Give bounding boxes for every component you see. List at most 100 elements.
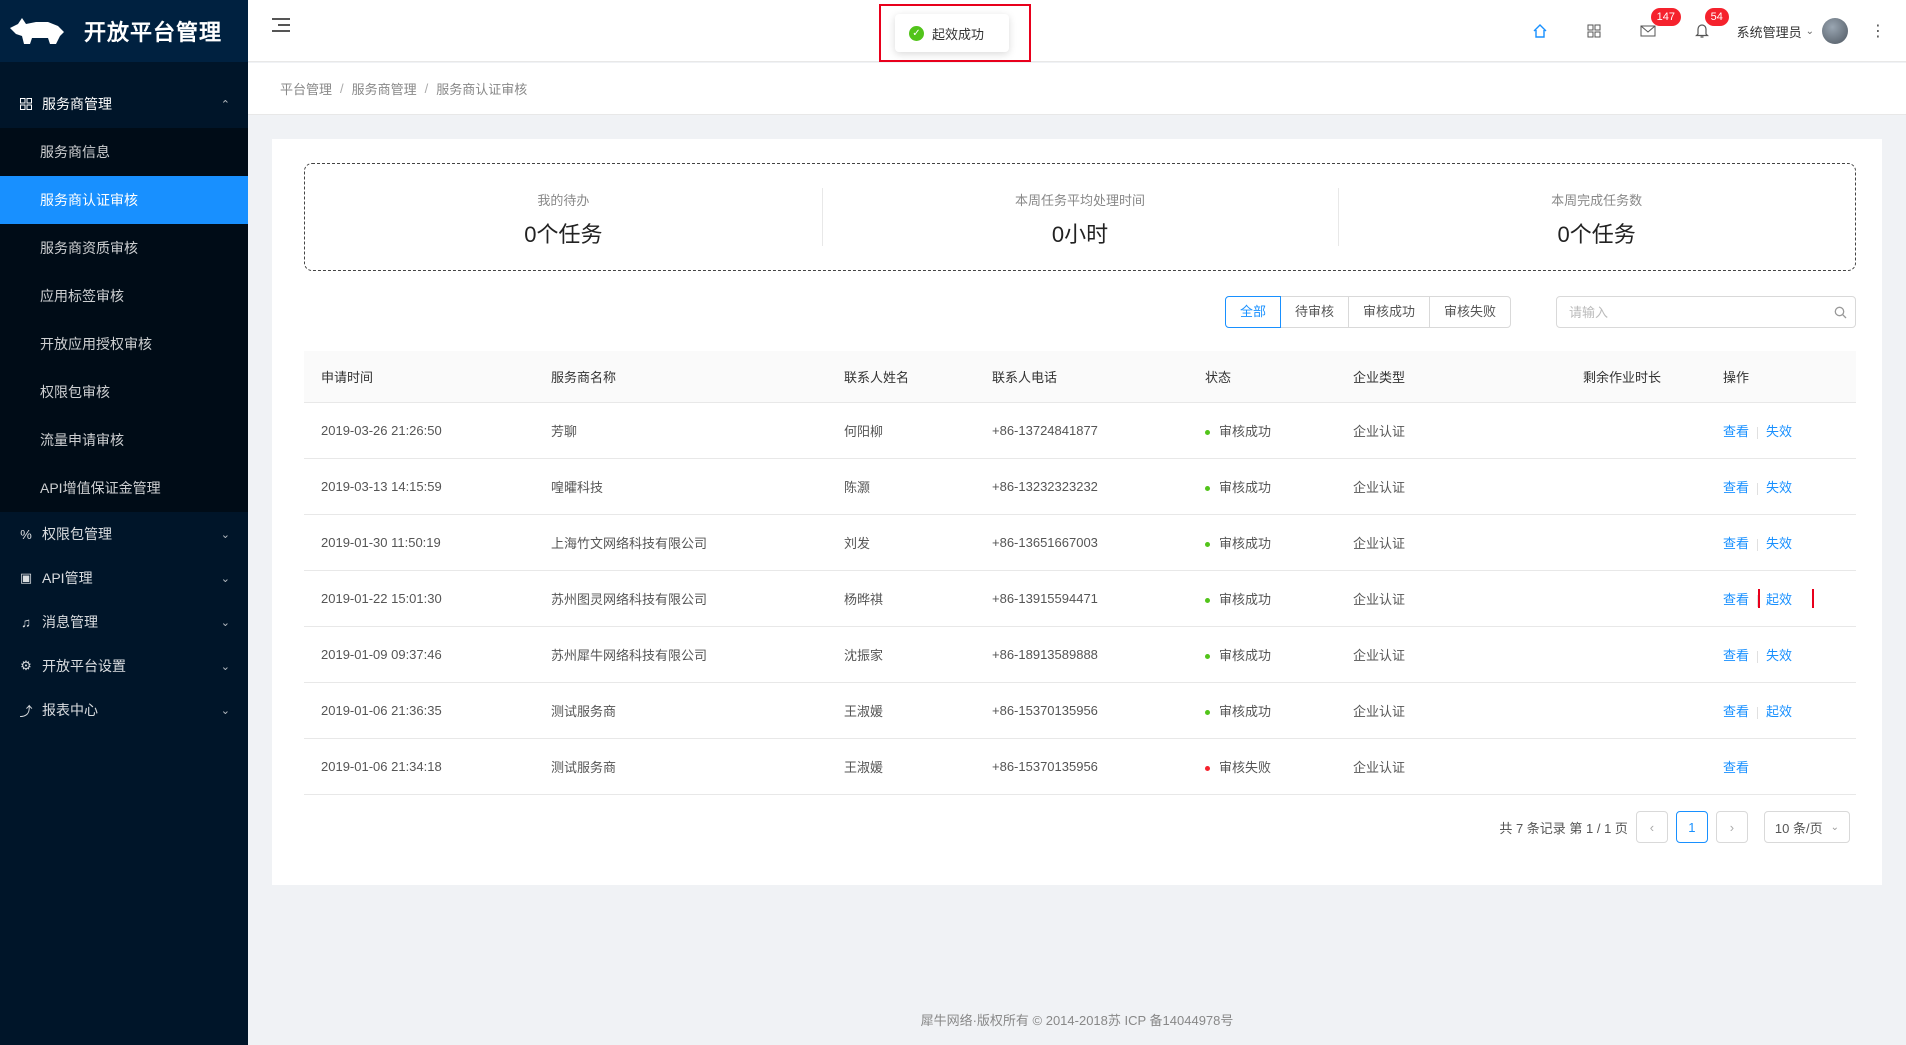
avatar[interactable] [1822, 18, 1848, 44]
sidebar-item-api-deposit[interactable]: API增值保证金管理 [0, 464, 248, 512]
search-icon[interactable] [1825, 306, 1855, 319]
table-row: 2019-01-22 15:01:30 苏州图灵网络科技有限公司 杨晔祺 +86-13… [304, 571, 1856, 627]
page-size-select[interactable]: 10 条/页 ⌄ [1763, 811, 1850, 843]
cell-contact-phone: +86-13651667003 [992, 535, 1098, 550]
bell-icon: ♫ [21, 614, 31, 630]
cell-contact-name: 王淑媛 [844, 704, 884, 719]
toggle-effect-link[interactable]: 起效 [1766, 704, 1792, 719]
more-vertical-icon[interactable]: ⋮ [1870, 21, 1886, 41]
logo: 开放平台管理 [0, 0, 248, 62]
menu-group-label: API管理 [42, 570, 93, 586]
menu-group-messages[interactable]: ♫ 消息管理 ⌄ [0, 600, 248, 644]
sidebar: 开放平台管理 服务商管理 ⌃ 服务商信息 服务商认证审核 服务商资质审核 应用标… [0, 0, 248, 1045]
page-number-button[interactable]: 1 [1675, 811, 1708, 843]
menu-group-api[interactable]: ▣ API管理 ⌄ [0, 556, 248, 600]
next-page-button[interactable]: › [1715, 811, 1748, 843]
menu-group-reports[interactable]: ⤴ 报表中心 ⌄ [0, 688, 248, 732]
sidebar-item-app-tag-review[interactable]: 应用标签审核 [0, 272, 248, 320]
breadcrumb-item[interactable]: 平台管理 [280, 79, 332, 98]
chevron-down-icon: ⌄ [220, 528, 230, 541]
mail-icon[interactable]: 147 [1621, 0, 1681, 62]
cell-time: 2019-01-22 15:01:30 [321, 591, 442, 606]
status-text: 审核成功 [1219, 648, 1272, 663]
user-menu[interactable]: 系统管理员 ⌄ [1737, 18, 1848, 44]
chevron-down-icon: ⌄ [220, 572, 230, 585]
column-header: 联系人电话 [992, 370, 1058, 385]
filter-tab-all[interactable]: 全部 [1225, 296, 1282, 328]
status-text: 审核成功 [1219, 704, 1272, 719]
cell-contact-phone: +86-13915594471 [992, 591, 1098, 606]
view-link[interactable]: 查看 [1723, 648, 1749, 663]
status-dot [1205, 710, 1210, 716]
breadcrumb-item[interactable]: 服务商管理 [352, 79, 417, 98]
stat-value: 0小时 [1051, 222, 1109, 247]
header-actions: 147 54 系统管理员 ⌄ ⋮ [1513, 0, 1886, 62]
menu-group-service-provider[interactable]: 服务商管理 ⌃ [0, 80, 248, 128]
api-icon: ▣ [19, 570, 33, 585]
sidebar-item-provider-qualification-review[interactable]: 服务商资质审核 [0, 224, 248, 272]
menu-group-label: 服务商管理 [42, 96, 112, 112]
table-row: 2019-03-13 14:15:59 喤曤科技 陈灏 +86-13232323232… [304, 459, 1856, 515]
cell-time: 2019-01-06 21:36:35 [321, 703, 442, 718]
gear-icon: ⚙ [20, 658, 32, 673]
grid-icon [18, 96, 34, 112]
rhino-logo-icon [10, 18, 64, 44]
sidebar-item-permission-pack-review[interactable]: 权限包审核 [0, 368, 248, 416]
provider-cert-table: 申请时间 服务商名称 联系人姓名 联系人电话 状态 企业类型 剩余作业时长 操作… [304, 351, 1856, 795]
app-title: 开放平台管理 [84, 20, 223, 45]
view-link[interactable]: 查看 [1723, 760, 1749, 775]
cell-contact-name: 何阳柳 [844, 424, 884, 439]
prev-page-button[interactable]: ‹ [1635, 811, 1668, 843]
toggle-effect-link[interactable]: 起效 [1758, 589, 1815, 608]
filter-tab-success[interactable]: 审核成功 [1348, 296, 1431, 328]
cell-contact-name: 杨晔祺 [844, 592, 884, 607]
cell-provider-name: 苏州图灵网络科技有限公司 [551, 592, 708, 607]
view-link[interactable]: 查看 [1723, 536, 1749, 551]
toggle-effect-link[interactable]: 失效 [1766, 536, 1792, 551]
cell-contact-name: 刘发 [844, 536, 871, 551]
home-icon[interactable] [1513, 0, 1567, 62]
cell-actions: 查看 起效 [1706, 589, 1856, 608]
sidebar-item-app-auth-review[interactable]: 开放应用授权审核 [0, 320, 248, 368]
status-text: 审核成功 [1219, 424, 1272, 439]
cell-contact-phone: +86-15370135956 [992, 759, 1098, 774]
notification-bell-icon[interactable]: 54 [1675, 0, 1729, 62]
view-link[interactable]: 查看 [1723, 592, 1749, 607]
toggle-effect-link[interactable]: 失效 [1766, 648, 1792, 663]
cell-time: 2019-01-09 09:37:46 [321, 647, 442, 662]
menu-group-settings[interactable]: ⚙ 开放平台设置 ⌄ [0, 644, 248, 688]
stat-my-todo: 我的待办 0个任务 [305, 188, 822, 247]
cell-time: 2019-01-30 11:50:19 [321, 535, 441, 550]
sidebar-item-traffic-review[interactable]: 流量申请审核 [0, 416, 248, 464]
sidebar-menu: 服务商管理 ⌃ 服务商信息 服务商认证审核 服务商资质审核 应用标签审核 开放应… [0, 80, 248, 732]
chart-icon: ⤴ [19, 703, 33, 719]
status-text: 审核成功 [1219, 536, 1272, 551]
filter-tab-pending[interactable]: 待审核 [1280, 296, 1350, 328]
search-input[interactable] [1557, 297, 1825, 327]
filter-tab-failed[interactable]: 审核失败 [1429, 296, 1512, 328]
view-link[interactable]: 查看 [1723, 424, 1749, 439]
toggle-effect-link[interactable]: 失效 [1766, 480, 1792, 495]
check-circle-icon: ✓ [909, 25, 924, 41]
search-box [1556, 296, 1856, 328]
cell-contact-phone: +86-15370135956 [992, 703, 1098, 718]
apps-grid-icon[interactable] [1567, 0, 1621, 62]
view-link[interactable]: 查看 [1723, 480, 1749, 495]
cell-contact-name: 陈灏 [844, 480, 871, 495]
sidebar-item-provider-info[interactable]: 服务商信息 [0, 128, 248, 176]
column-header: 剩余作业时长 [1583, 370, 1662, 385]
cell-enterprise-type: 企业认证 [1353, 760, 1406, 775]
toggle-effect-link[interactable]: 失效 [1766, 424, 1792, 439]
menu-collapse-icon[interactable] [272, 18, 292, 36]
menu-group-label: 报表中心 [42, 702, 98, 718]
sidebar-item-provider-cert-review[interactable]: 服务商认证审核 [0, 176, 248, 224]
menu-group-label: 开放平台设置 [42, 658, 126, 674]
status-text: 审核成功 [1219, 480, 1272, 495]
cell-enterprise-type: 企业认证 [1353, 648, 1406, 663]
toast-message: 起效成功 [932, 26, 985, 42]
menu-group-label: 权限包管理 [42, 526, 112, 542]
menu-group-permission-pack[interactable]: % 权限包管理 ⌄ [0, 512, 248, 556]
cell-provider-name: 上海竹文网络科技有限公司 [551, 536, 708, 551]
view-link[interactable]: 查看 [1723, 704, 1749, 719]
stat-value: 0个任务 [1557, 222, 1636, 247]
